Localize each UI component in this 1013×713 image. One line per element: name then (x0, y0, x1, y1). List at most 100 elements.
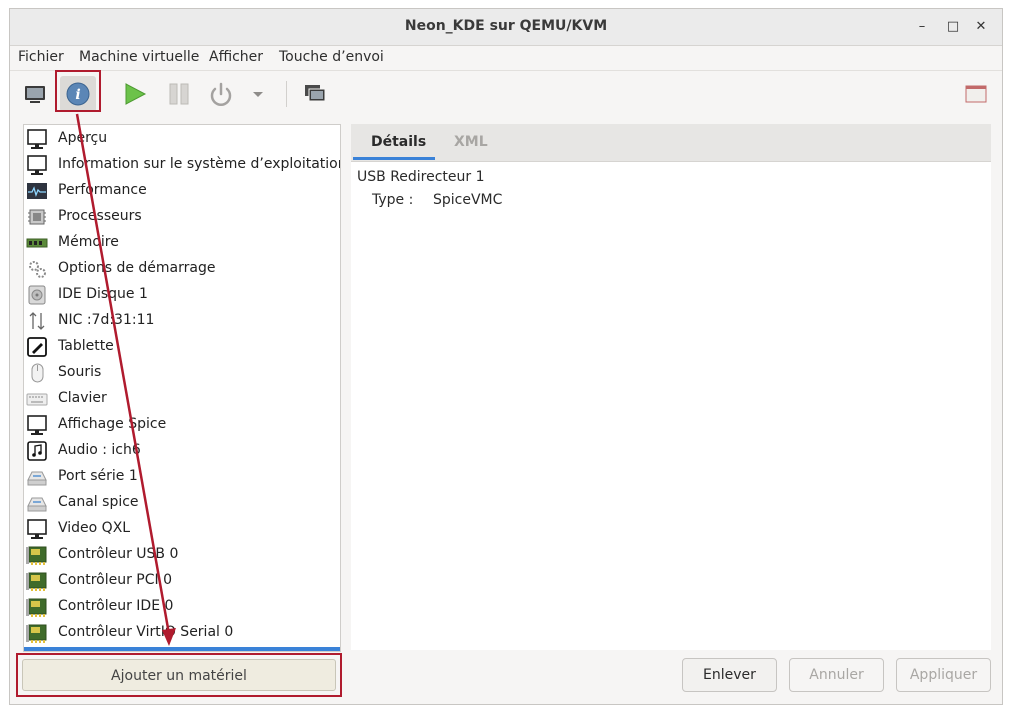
hardware-item-label: Canal spice (58, 494, 139, 510)
hardware-item[interactable]: Video QXL (24, 516, 340, 542)
add-hardware-button[interactable]: Ajouter un matériel (22, 659, 336, 691)
type-label: Type : (372, 192, 414, 208)
tablet-icon (26, 336, 48, 358)
hardware-item[interactable]: Mémoire (24, 230, 340, 256)
shutdown-button[interactable] (206, 79, 236, 109)
toolbar: i (10, 71, 1002, 117)
info-button-highlight (55, 70, 101, 112)
run-button[interactable] (120, 79, 150, 109)
hardware-item-label: Performance (58, 182, 147, 198)
hardware-item-label: Contrôleur USB 0 (58, 546, 179, 562)
pause-button[interactable] (164, 79, 194, 109)
hardware-item-label: Affichage Spice (58, 416, 167, 432)
hardware-item[interactable]: Canal spice (24, 490, 340, 516)
cancel-button[interactable]: Annuler (789, 658, 884, 692)
disk-icon (26, 284, 48, 306)
shutdown-dropdown[interactable] (250, 79, 266, 109)
power-icon (210, 82, 232, 106)
minimize-icon[interactable]: – (913, 18, 931, 36)
toolbar-separator (286, 81, 287, 107)
tab-active-indicator (353, 157, 435, 160)
menu-fichier[interactable]: Fichier (18, 49, 64, 65)
maximize-icon[interactable]: □ (944, 18, 962, 36)
hardware-item-label: Tablette (58, 338, 114, 354)
fullscreen-icon (965, 85, 987, 103)
hardware-item[interactable]: Contrôleur IDE 0 (24, 594, 340, 620)
type-value: SpiceVMC (433, 192, 503, 208)
console-button[interactable] (20, 79, 50, 109)
hardware-item[interactable]: Contrôleur PCI 0 (24, 568, 340, 594)
hardware-item[interactable]: Affichage Spice (24, 412, 340, 438)
controller-card-icon (26, 622, 48, 644)
hardware-item-label: Contrôleur IDE 0 (58, 598, 174, 614)
performance-graph-icon (26, 180, 48, 202)
menu-afficher[interactable]: Afficher (209, 49, 263, 65)
monitor-icon (25, 86, 45, 103)
pause-icon (169, 83, 189, 105)
hardware-item[interactable]: Souris (24, 360, 340, 386)
close-icon[interactable]: ✕ (972, 18, 990, 36)
hardware-item-label: Contrôleur VirtIO Serial 0 (58, 624, 234, 640)
hardware-item-label: Aperçu (58, 130, 108, 146)
tab-bar: Détails XML (351, 124, 991, 162)
hardware-item[interactable]: Tablette (24, 334, 340, 360)
device-details-panel: Détails XML USB Redirecteur 1 Type : Spi… (351, 124, 991, 650)
apply-button[interactable]: Appliquer (896, 658, 991, 692)
controller-card-icon (26, 570, 48, 592)
hardware-item-label: Souris (58, 364, 102, 380)
hardware-item[interactable]: Aperçu (24, 126, 340, 152)
network-arrows-icon (26, 310, 48, 332)
window-title: Neon_KDE sur QEMU/KVM (404, 18, 608, 34)
hardware-item-label: Processeurs (58, 208, 142, 224)
hardware-item-label: Clavier (58, 390, 107, 406)
keyboard-icon (26, 388, 48, 410)
cpu-chip-icon (26, 206, 48, 228)
device-title: USB Redirecteur 1 (357, 169, 485, 185)
hardware-list: Aperçu Information sur le système d’explo… (23, 124, 341, 652)
tab-xml[interactable]: XML (454, 134, 488, 150)
hardware-item[interactable]: Contrôleur VirtIO Serial 0 (24, 620, 340, 646)
hardware-item[interactable]: Options de démarrage (24, 256, 340, 282)
details-content: USB Redirecteur 1 Type : SpiceVMC (351, 162, 991, 650)
titlebar: Neon_KDE sur QEMU/KVM – □ ✕ (10, 9, 1002, 46)
menu-machine-virtuelle[interactable]: Machine virtuelle (79, 49, 199, 65)
monitor-icon (26, 154, 48, 176)
hardware-item[interactable]: Performance (24, 178, 340, 204)
snapshots-icon (305, 85, 326, 102)
memory-module-icon (26, 232, 48, 254)
add-hardware-highlight: Ajouter un matériel (16, 653, 342, 697)
serial-port-icon (26, 492, 48, 514)
controller-card-icon (26, 544, 48, 566)
snapshots-button[interactable] (300, 79, 330, 109)
hardware-item[interactable]: Contrôleur USB 0 (24, 542, 340, 568)
fullscreen-button[interactable] (963, 79, 989, 109)
hardware-item[interactable]: Audio : ich6 (24, 438, 340, 464)
menu-touche-envoi[interactable]: Touche d’envoi (279, 49, 384, 65)
hardware-item[interactable]: Port série 1 (24, 464, 340, 490)
remove-button[interactable]: Enlever (682, 658, 777, 692)
controller-card-icon (26, 596, 48, 618)
play-icon (125, 83, 147, 105)
hardware-item[interactable]: Information sur le système d’exploitatio… (24, 152, 340, 178)
hardware-item-label: Port série 1 (58, 468, 138, 484)
hardware-item-label: Audio : ich6 (58, 442, 141, 458)
hardware-item-label: Contrôleur PCI 0 (58, 572, 173, 588)
hardware-item[interactable]: NIC :7d:31:11 (24, 308, 340, 334)
hardware-item-label: NIC :7d:31:11 (58, 312, 155, 328)
menubar: Fichier Machine virtuelle Afficher Touch… (10, 46, 1002, 71)
hardware-item-label: IDE Disque 1 (58, 286, 148, 302)
hardware-item[interactable]: IDE Disque 1 (24, 282, 340, 308)
hardware-item[interactable]: Clavier (24, 386, 340, 412)
monitor-icon (26, 414, 48, 436)
mouse-icon (26, 362, 48, 384)
monitor-icon (26, 128, 48, 150)
hardware-item-label: Mémoire (58, 234, 119, 250)
tab-details[interactable]: Détails (371, 134, 426, 150)
monitor-icon (26, 518, 48, 540)
serial-port-icon (26, 466, 48, 488)
audio-note-icon (26, 440, 48, 462)
selected-item-strip[interactable] (24, 647, 340, 651)
vm-details-window: Neon_KDE sur QEMU/KVM – □ ✕ Fichier Mach… (9, 8, 1003, 705)
hardware-item[interactable]: Processeurs (24, 204, 340, 230)
gears-icon (26, 258, 48, 280)
